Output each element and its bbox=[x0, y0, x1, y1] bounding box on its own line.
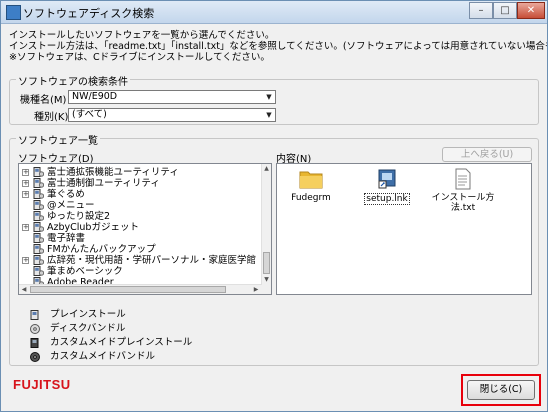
expand-icon[interactable]: + bbox=[22, 191, 29, 198]
model-select[interactable]: NW/E90D ▼ bbox=[68, 90, 276, 104]
content-item-textfile[interactable]: インストール方法.txt bbox=[425, 168, 501, 213]
setup-shortcut-icon bbox=[378, 169, 396, 189]
legend-label: ディスクバンドル bbox=[50, 323, 126, 334]
app-window: ソフトウェアディスク検索 – □ ✕ インストールしたいソフトウェアを一覧から選… bbox=[0, 0, 548, 412]
tree-item-label: ゆったり設定2 bbox=[47, 211, 111, 222]
tree-item[interactable]: + 富士通拡張機能ユーティリティ bbox=[19, 167, 255, 178]
content-item-label: setup.lnk bbox=[364, 193, 410, 205]
instruction-line-1: インストールしたいソフトウェアを一覧から選んでください。 bbox=[9, 30, 275, 41]
type-value: (すべて) bbox=[72, 109, 107, 120]
software-tree[interactable]: + 富士通拡張機能ユーティリティ + 富士通制御ユーティリティ + 筆ぐるめ @メニュー ゆっ… bbox=[18, 163, 272, 295]
close-button[interactable]: 閉じる(C) bbox=[467, 380, 535, 400]
tree-item-label: @メニュー bbox=[47, 200, 95, 211]
fujitsu-logo: FUJITSU bbox=[13, 377, 71, 392]
scroll-right-icon[interactable]: ▶ bbox=[251, 285, 261, 294]
tree-item-label: 筆まめベーシック bbox=[47, 266, 123, 277]
type-select[interactable]: (すべて) ▼ bbox=[68, 108, 276, 122]
model-label: 機種名(M) bbox=[20, 95, 67, 106]
custom-bundle-icon bbox=[30, 352, 40, 362]
software-icon bbox=[33, 255, 44, 265]
software-icon bbox=[33, 200, 44, 210]
software-icon bbox=[33, 189, 44, 199]
tree-item[interactable]: @メニュー bbox=[19, 200, 255, 211]
tree-item-label: 電子辞書 bbox=[47, 233, 86, 244]
content-item-label: インストール方法.txt bbox=[431, 193, 495, 213]
scroll-up-icon[interactable]: ▲ bbox=[262, 164, 271, 174]
scroll-thumb[interactable] bbox=[263, 252, 270, 274]
tree-item[interactable]: 筆まめベーシック bbox=[19, 266, 255, 277]
tree-item-label: 富士通拡張機能ユーティリティ bbox=[47, 167, 179, 178]
preinstall-icon bbox=[30, 310, 39, 320]
expand-icon[interactable]: + bbox=[22, 180, 29, 187]
legend-label: プレインストール bbox=[50, 309, 126, 320]
minimize-button[interactable]: – bbox=[469, 2, 493, 19]
tree-item-label: 筆ぐるめ bbox=[47, 189, 85, 200]
search-conditions-legend: ソフトウェアの検索条件 bbox=[16, 73, 130, 88]
expand-icon[interactable]: + bbox=[22, 257, 29, 264]
expand-icon[interactable]: + bbox=[22, 224, 29, 231]
tree-item[interactable]: FMかんたんバックアップ bbox=[19, 244, 255, 255]
scroll-thumb[interactable] bbox=[30, 286, 226, 293]
close-window-button[interactable]: ✕ bbox=[517, 2, 545, 19]
up-level-button[interactable]: 上へ戻る(U) bbox=[442, 147, 532, 162]
software-icon bbox=[33, 233, 44, 243]
expand-icon[interactable]: + bbox=[22, 169, 29, 176]
software-list-group: ソフトウェア一覧 ソフトウェア(D) 内容(N) 上へ戻る(U) + 富士通拡張機… bbox=[9, 132, 539, 366]
legend-label: カスタムメイドバンドル bbox=[50, 351, 155, 362]
disc-bundle-icon bbox=[30, 324, 40, 334]
software-icon bbox=[33, 222, 44, 232]
tree-item-label: AzbyClubガジェット bbox=[47, 222, 139, 233]
tree-item[interactable]: + 広辞苑・現代用語・学研パーソナル・家庭医学館 bbox=[19, 255, 257, 266]
instructions: インストールしたいソフトウェアを一覧から選んでください。 インストール方法は、「… bbox=[9, 30, 548, 63]
maximize-button[interactable]: □ bbox=[493, 2, 517, 19]
instruction-line-3: ※ソフトウェアは、Cドライブにインストールしてください。 bbox=[9, 52, 270, 63]
software-icon bbox=[33, 211, 44, 221]
scroll-down-icon[interactable]: ▼ bbox=[262, 275, 271, 285]
window-title: ソフトウェアディスク検索 bbox=[23, 7, 155, 20]
instruction-line-2: インストール方法は、「readme.txt」「install.txt」などを参照… bbox=[9, 41, 548, 52]
folder-icon bbox=[299, 171, 323, 189]
content-item-label: Fudegrm bbox=[291, 193, 331, 203]
tree-item-label: 広辞苑・現代用語・学研パーソナル・家庭医学館 bbox=[47, 255, 257, 266]
tree-item-label: FMかんたんバックアップ bbox=[47, 244, 156, 255]
model-value: NW/E90D bbox=[72, 91, 118, 102]
chevron-down-icon[interactable]: ▼ bbox=[263, 109, 275, 121]
custom-preinstall-icon bbox=[30, 338, 39, 348]
search-conditions-group: ソフトウェアの検索条件 機種名(M) NW/E90D ▼ 種別(K) (すべて)… bbox=[9, 73, 539, 125]
content-item-shortcut[interactable]: setup.lnk bbox=[359, 168, 415, 205]
tree-item[interactable]: + 富士通制御ユーティリティ bbox=[19, 178, 255, 189]
tree-item[interactable]: 電子辞書 bbox=[19, 233, 255, 244]
legend-label: カスタムメイドプレインストール bbox=[50, 337, 193, 348]
tree-vertical-scrollbar[interactable]: ▲ ▼ bbox=[261, 164, 271, 294]
content-item-folder[interactable]: Fudegrm bbox=[283, 168, 339, 203]
app-icon bbox=[6, 5, 21, 20]
title-bar: ソフトウェアディスク検索 – □ ✕ bbox=[1, 1, 547, 24]
software-list-legend: ソフトウェア一覧 bbox=[16, 132, 100, 147]
software-icon bbox=[33, 178, 44, 188]
software-icon bbox=[33, 244, 44, 254]
content-pane[interactable]: Fudegrm setup.lnk インストール方法.txt bbox=[276, 163, 532, 295]
software-icon bbox=[33, 266, 44, 276]
scroll-left-icon[interactable]: ◀ bbox=[19, 285, 29, 294]
tree-item[interactable]: + 筆ぐるめ bbox=[19, 189, 255, 200]
text-file-icon bbox=[455, 168, 471, 190]
type-label: 種別(K) bbox=[34, 112, 69, 123]
tree-item-label: 富士通制御ユーティリティ bbox=[47, 178, 160, 189]
tree-horizontal-scrollbar[interactable]: ◀ ▶ bbox=[19, 284, 262, 294]
tree-item[interactable]: ゆったり設定2 bbox=[19, 211, 255, 222]
tree-item[interactable]: + AzbyClubガジェット bbox=[19, 222, 255, 233]
software-icon bbox=[33, 167, 44, 177]
chevron-down-icon[interactable]: ▼ bbox=[263, 91, 275, 103]
